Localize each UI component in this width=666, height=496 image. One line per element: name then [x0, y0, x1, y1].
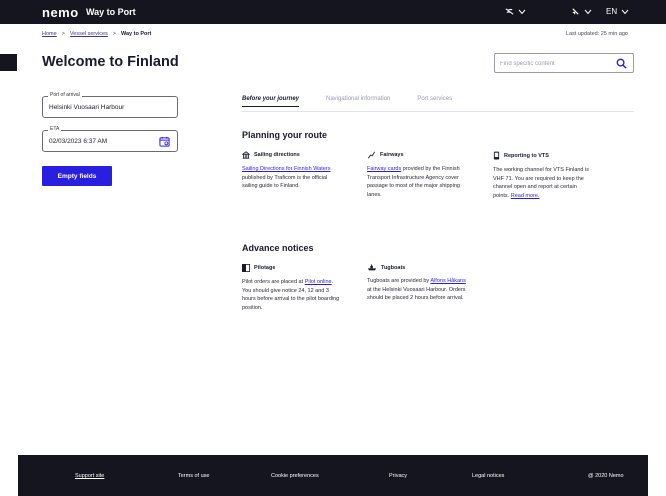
page-title: Welcome to Finland [42, 54, 179, 70]
pilotage-card: Pilotage Pilot orders are placed at Pilo… [242, 264, 342, 312]
last-updated: Last updated: 25 min ago [565, 31, 628, 37]
footer-support-link[interactable]: Support site [75, 473, 104, 479]
empty-fields-button[interactable]: Empty fields [42, 166, 112, 186]
language-menu[interactable]: EN [606, 7, 629, 16]
fairway-cards-link[interactable]: Fairway cards [367, 166, 401, 172]
eta-value: 02/03/2023 6:37 AM [49, 138, 108, 145]
breadcrumb-home[interactable]: Home [42, 31, 57, 37]
tugboats-card: Tugboats Tugboats are provided by Alfons… [367, 264, 467, 303]
eta-field[interactable]: ETA 02/03/2023 6:37 AM [42, 126, 178, 152]
tugboats-text-end: at the Helsinki Vuosaari Harbour. Orders… [367, 286, 466, 302]
tugboat-icon [367, 264, 377, 271]
search-icon[interactable] [616, 58, 627, 69]
content-tabs: Before your journey Navigational informa… [242, 96, 479, 107]
fairways-title: Fairways [380, 152, 404, 158]
building-icon [242, 151, 250, 159]
signal-icon [505, 8, 514, 15]
phone-icon [493, 151, 500, 160]
tugboats-title: Tugboats [381, 264, 406, 271]
brand-logo[interactable]: nemo [42, 5, 79, 20]
advance-notices-heading: Advance notices [242, 243, 314, 253]
breadcrumb-current: Way to Port [121, 31, 152, 37]
sailing-directions-text: published by Traficom is the official sa… [242, 174, 328, 190]
tab-before-your-journey[interactable]: Before your journey [242, 96, 300, 107]
product-name: Way to Port [86, 7, 136, 17]
pilotage-title: Pilotage [254, 265, 276, 271]
read-more-link[interactable]: Read more. [511, 193, 540, 199]
tab-divider [242, 111, 634, 112]
footer-copyright: @ 2020 Nemo [588, 473, 624, 479]
sailing-directions-card: Sailing directions Sailing Directions fo… [242, 151, 342, 191]
reporting-vts-title: Reporting to VTS [504, 152, 549, 159]
footer-terms-link[interactable]: Terms of use [178, 473, 209, 479]
search-input[interactable] [500, 58, 610, 69]
calendar-icon[interactable] [159, 136, 170, 147]
fairways-card: Fairways Fairway cards provided by the F… [367, 151, 467, 199]
breadcrumb-separator-icon: > [112, 31, 117, 37]
reporting-vts-text: The working channel for VTS Finland is V… [493, 167, 589, 199]
breadcrumb: Home > Vessel services > Way to Port [42, 31, 151, 37]
side-panel-toggle[interactable] [0, 54, 17, 71]
vessel-menu[interactable] [571, 7, 592, 16]
tugboats-text-start: Tugboats are provided by [367, 278, 431, 284]
route-icon [367, 151, 376, 159]
breadcrumb-vessel-services[interactable]: Vessel services [70, 31, 108, 37]
connectivity-menu[interactable] [505, 7, 526, 16]
pilotage-icon [242, 264, 250, 272]
port-of-arrival-value: Helsinki Vuosaari Harbour [49, 104, 125, 111]
search-box [494, 53, 634, 73]
pilotage-text-start: Pilot orders are placed at [242, 279, 305, 285]
tab-navigational-information[interactable]: Navigational information [326, 96, 390, 107]
alfons-hakans-link[interactable]: Alfons Håkans [430, 278, 465, 284]
footer-legal-link[interactable]: Legal notices [472, 473, 504, 479]
top-bar: nemo Way to Port EN [0, 0, 666, 24]
vessel-icon [572, 8, 579, 15]
eta-label: ETA [48, 126, 62, 132]
chevron-down-icon [584, 9, 592, 14]
footer-privacy-link[interactable]: Privacy [389, 473, 407, 479]
pilot-online-link[interactable]: Pilot online [305, 279, 332, 285]
tab-port-services[interactable]: Port services [417, 96, 452, 107]
footer-cookies-link[interactable]: Cookie preferences [271, 473, 319, 479]
chevron-down-icon [621, 9, 629, 14]
sailing-directions-title: Sailing directions [254, 152, 300, 158]
reporting-vts-card: Reporting to VTS The working channel for… [493, 151, 593, 200]
breadcrumb-separator-icon: > [61, 31, 65, 37]
language-label: EN [606, 7, 618, 16]
footer: Support site Terms of use Cookie prefere… [18, 455, 648, 496]
port-of-arrival-field[interactable]: Port of arrival Helsinki Vuosaari Harbou… [42, 92, 178, 118]
port-of-arrival-label: Port of arrival [48, 92, 82, 98]
planning-heading: Planning your route [242, 130, 328, 140]
chevron-down-icon [518, 9, 526, 14]
sailing-directions-link[interactable]: Sailing Directions for Finnish Waters [242, 166, 330, 172]
